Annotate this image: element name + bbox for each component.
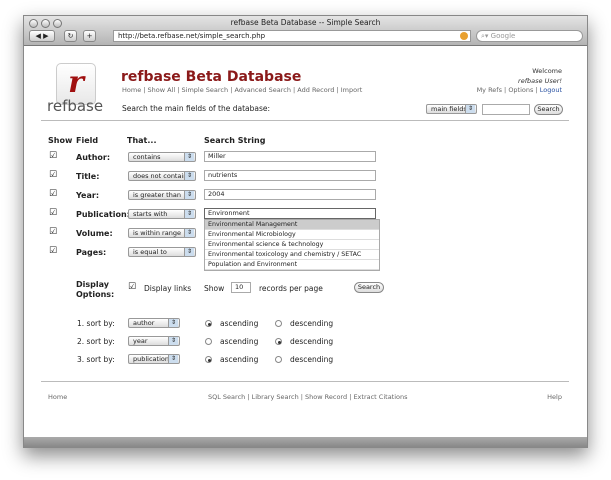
field-label: Title: [76,172,100,181]
operator-select[interactable]: does not contain [128,171,196,181]
search-button[interactable]: Search [354,282,384,293]
search-string-input[interactable]: Environment [204,208,376,219]
user-links: My Refs | Options | Logout [476,86,562,94]
operator-select[interactable]: is equal to [128,247,196,257]
show-checkbox[interactable]: ☑ [49,190,57,199]
quick-search-button[interactable]: Search [534,104,563,115]
reload-icon[interactable]: ↻ [64,30,77,42]
operator-select[interactable]: starts with [128,209,196,219]
suggestion-item[interactable]: Environmental science & technology [205,240,379,250]
header-field: Field [76,136,99,145]
descending-label: descending [290,355,334,364]
divider [41,120,569,121]
field-label: Pages: [76,248,107,257]
suggestion-item[interactable]: Environmental Microbiology [205,230,379,240]
sort-field-select[interactable]: author [128,318,180,328]
ascending-label: ascending [220,355,259,364]
descending-label: descending [290,337,334,346]
display-links-label: Display links [144,284,192,293]
footer-links: SQL Search | Library Search | Show Recor… [208,393,408,401]
field-label: Author: [76,153,111,162]
welcome-text: Welcome [532,67,562,75]
extract-citations-link[interactable]: Extract Citations [353,393,407,401]
ascending-label: ascending [220,319,259,328]
sort-field-select[interactable]: year [128,336,180,346]
footer-help-link[interactable]: Help [547,393,562,401]
suggestion-item[interactable]: Population and Environment [205,260,379,270]
header-search-string: Search String [204,136,266,145]
display-links-checkbox[interactable]: ☑ [128,283,136,292]
quick-search-field-select[interactable]: main fields [426,104,477,114]
search-icon: ⌕▾ [481,32,491,40]
search-string-input[interactable]: 2004 [204,189,376,200]
footer-home-link[interactable]: Home [48,393,67,401]
quick-search-input[interactable] [482,104,530,115]
rss-icon[interactable] [460,32,468,40]
logout-link[interactable]: Logout [540,86,562,94]
nav-simple-search[interactable]: Simple Search [182,86,229,94]
operator-select[interactable]: contains [128,152,196,162]
operator-select[interactable]: is greater than [128,190,196,200]
nav-import[interactable]: Import [341,86,363,94]
options-link[interactable]: Options [508,86,533,94]
nav-show-all[interactable]: Show All [148,86,176,94]
my-refs-link[interactable]: My Refs [477,86,502,94]
search-field[interactable]: ⌕▾ Google [476,30,583,42]
page-title: refbase Beta Database [121,69,302,85]
ascending-label: ascending [220,337,259,346]
ascending-radio[interactable] [205,356,212,363]
footer-divider [41,381,569,382]
show-checkbox[interactable]: ☑ [49,171,57,180]
user-name: refbase User! [518,77,562,85]
url-field[interactable]: http://beta.refbase.net/simple_search.ph… [113,30,471,42]
sort-label: 3. sort by: [77,355,115,364]
suggestion-item[interactable]: Environmental toxicology and chemistry /… [205,250,379,260]
main-nav: Home | Show All | Simple Search | Advanc… [122,86,363,94]
quick-search-label: Search the main fields of the database: [122,104,271,113]
autocomplete-dropdown: Environmental Management Environmental Mi… [204,219,380,271]
show-label: Show [204,284,225,293]
display-options-label: Display Options: [76,280,115,299]
show-checkbox[interactable]: ☑ [49,152,57,161]
sort-label: 2. sort by: [77,337,115,346]
descending-label: descending [290,319,334,328]
records-per-page-input[interactable]: 10 [231,282,251,293]
add-bookmark-icon[interactable]: + [83,30,96,42]
window-bottom-bar [24,437,587,447]
browser-window: refbase Beta Database -- Simple Search ◀… [23,15,588,448]
nav-advanced-search[interactable]: Advanced Search [234,86,291,94]
sql-search-link[interactable]: SQL Search [208,393,245,401]
back-forward-button[interactable]: ◀ ▶ [29,30,55,42]
ascending-radio[interactable] [205,320,212,327]
window-title: refbase Beta Database -- Simple Search [230,18,381,27]
operator-select[interactable]: is within range [128,228,196,238]
show-checkbox[interactable]: ☑ [49,247,57,256]
descending-radio[interactable] [275,356,282,363]
sort-label: 1. sort by: [77,319,115,328]
show-checkbox[interactable]: ☑ [49,228,57,237]
descending-radio[interactable] [275,338,282,345]
header-show: Show [48,136,73,145]
field-label: Year: [76,191,100,200]
sort-field-select[interactable]: publication [128,354,180,364]
show-record-link[interactable]: Show Record [305,393,347,401]
suggestion-item[interactable]: Environmental Management [205,220,379,230]
nav-home[interactable]: Home [122,86,141,94]
search-string-input[interactable]: Miller [204,151,376,162]
library-search-link[interactable]: Library Search [252,393,299,401]
field-label: Publication: [76,210,130,219]
header-that: That... [127,136,157,145]
descending-radio[interactable] [275,320,282,327]
show-checkbox[interactable]: ☑ [49,209,57,218]
logo-text: refbase [47,97,104,115]
ascending-radio[interactable] [205,338,212,345]
records-per-page-label: records per page [259,284,323,293]
search-string-input[interactable]: nutrients [204,170,376,181]
nav-add-record[interactable]: Add Record [297,86,334,94]
field-label: Volume: [76,229,113,238]
title-bar: refbase Beta Database -- Simple Search ◀… [24,16,587,46]
